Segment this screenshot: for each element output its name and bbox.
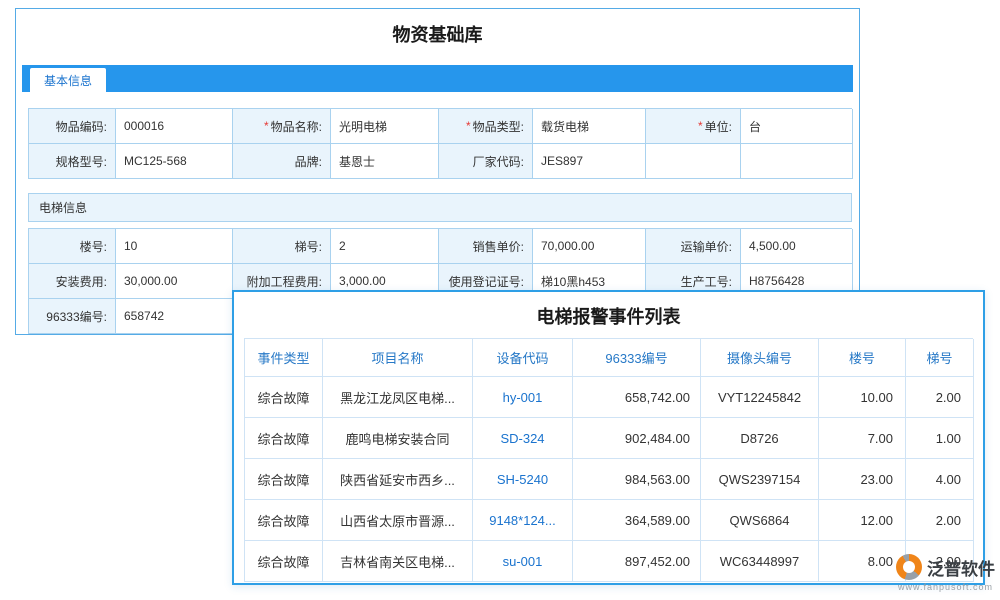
cell-building-no: 12.00 bbox=[819, 500, 906, 541]
cell-event-type: 综合故障 bbox=[245, 541, 323, 582]
form-label: 品牌: bbox=[233, 144, 331, 179]
cell-event-type: 综合故障 bbox=[245, 500, 323, 541]
form-value-96333-no: 658742 bbox=[116, 299, 233, 334]
form-value-empty bbox=[741, 144, 853, 179]
cell-building-no: 8.00 bbox=[819, 541, 906, 582]
form-label: 销售单价: bbox=[439, 229, 533, 264]
tab-basic-info[interactable]: 基本信息 bbox=[30, 68, 106, 92]
column-header-elevator-no: 梯号 bbox=[906, 339, 974, 377]
cell-building-no: 7.00 bbox=[819, 418, 906, 459]
form-value-sale-price: 70,000.00 bbox=[533, 229, 646, 264]
cell-building-no: 10.00 bbox=[819, 377, 906, 418]
page-title: 物资基础库 bbox=[16, 21, 859, 47]
alarm-event-table: 事件类型 项目名称 设备代码 96333编号 摄像头编号 楼号 梯号 综合故障 … bbox=[244, 338, 973, 582]
cell-camera-no: QWS2397154 bbox=[701, 459, 819, 500]
device-code-link[interactable]: hy-001 bbox=[473, 377, 573, 418]
column-header-event-type: 事件类型 bbox=[245, 339, 323, 377]
required-mark: * bbox=[264, 119, 269, 133]
form-label: *物品类型: bbox=[439, 109, 533, 144]
alarm-event-list-window: 电梯报警事件列表 事件类型 项目名称 设备代码 96333编号 摄像头编号 楼号… bbox=[232, 290, 985, 585]
form-value-unit: 台 bbox=[741, 109, 853, 144]
form-label: 楼号: bbox=[29, 229, 116, 264]
form-label: 规格型号: bbox=[29, 144, 116, 179]
vendor-brand: 泛普软件 bbox=[927, 555, 995, 580]
form-value-transport-price: 4,500.00 bbox=[741, 229, 853, 264]
form-label-empty bbox=[646, 144, 741, 179]
cell-project-name: 鹿鸣电梯安装合同 bbox=[323, 418, 473, 459]
vendor-watermark: 泛普软件 www.fanpusoft.com bbox=[896, 554, 995, 592]
form-label: 96333编号: bbox=[29, 299, 116, 334]
cell-elevator-no: 1.00 bbox=[906, 418, 974, 459]
column-header-96333-no: 96333编号 bbox=[573, 339, 701, 377]
cell-96333-no: 658,742.00 bbox=[573, 377, 701, 418]
cell-camera-no: QWS6864 bbox=[701, 500, 819, 541]
alarm-list-title: 电梯报警事件列表 bbox=[234, 303, 983, 329]
form-label: *单位: bbox=[646, 109, 741, 144]
tab-bar: 基本信息 bbox=[22, 65, 853, 92]
fanpu-logo-icon bbox=[896, 554, 922, 580]
cell-camera-no: VYT12245842 bbox=[701, 377, 819, 418]
section-header-elevator-info: 电梯信息 bbox=[28, 193, 852, 222]
cell-96333-no: 897,452.00 bbox=[573, 541, 701, 582]
column-header-project-name: 项目名称 bbox=[323, 339, 473, 377]
cell-elevator-no: 4.00 bbox=[906, 459, 974, 500]
cell-96333-no: 984,563.00 bbox=[573, 459, 701, 500]
form-label: 梯号: bbox=[233, 229, 331, 264]
required-mark: * bbox=[466, 119, 471, 133]
cell-96333-no: 364,589.00 bbox=[573, 500, 701, 541]
column-header-camera-no: 摄像头编号 bbox=[701, 339, 819, 377]
cell-camera-no: D8726 bbox=[701, 418, 819, 459]
form-value-brand: 基恩士 bbox=[331, 144, 439, 179]
form-value-building-no: 10 bbox=[116, 229, 233, 264]
form-label: 安装费用: bbox=[29, 264, 116, 299]
cell-project-name: 吉林省南关区电梯... bbox=[323, 541, 473, 582]
device-code-link[interactable]: SD-324 bbox=[473, 418, 573, 459]
form-value-elevator-no: 2 bbox=[331, 229, 439, 264]
form-value-install-fee: 30,000.00 bbox=[116, 264, 233, 299]
cell-project-name: 陕西省延安市西乡... bbox=[323, 459, 473, 500]
cell-elevator-no: 2.00 bbox=[906, 500, 974, 541]
form-value-manufacturer-code: JES897 bbox=[533, 144, 646, 179]
device-code-link[interactable]: SH-5240 bbox=[473, 459, 573, 500]
form-value-item-type: 载货电梯 bbox=[533, 109, 646, 144]
form-value-item-code: 000016 bbox=[116, 109, 233, 144]
form-value-spec-model: MC125-568 bbox=[116, 144, 233, 179]
form-label: 物品编码: bbox=[29, 109, 116, 144]
cell-camera-no: WC63448997 bbox=[701, 541, 819, 582]
material-base-window: 物资基础库 基本信息 物品编码: 000016 *物品名称: 光明电梯 *物品类… bbox=[15, 8, 860, 335]
cell-building-no: 23.00 bbox=[819, 459, 906, 500]
form-label: 厂家代码: bbox=[439, 144, 533, 179]
cell-event-type: 综合故障 bbox=[245, 418, 323, 459]
cell-event-type: 综合故障 bbox=[245, 377, 323, 418]
form-label: 运输单价: bbox=[646, 229, 741, 264]
cell-project-name: 黑龙江龙凤区电梯... bbox=[323, 377, 473, 418]
column-header-device-code: 设备代码 bbox=[473, 339, 573, 377]
required-mark: * bbox=[698, 119, 703, 133]
vendor-url: www.fanpusoft.com bbox=[898, 582, 993, 592]
device-code-link[interactable]: 9148*124... bbox=[473, 500, 573, 541]
cell-project-name: 山西省太原市晋源... bbox=[323, 500, 473, 541]
form-value-item-name: 光明电梯 bbox=[331, 109, 439, 144]
cell-event-type: 综合故障 bbox=[245, 459, 323, 500]
form-label: *物品名称: bbox=[233, 109, 331, 144]
cell-elevator-no: 2.00 bbox=[906, 377, 974, 418]
device-code-link[interactable]: su-001 bbox=[473, 541, 573, 582]
cell-96333-no: 902,484.00 bbox=[573, 418, 701, 459]
basic-info-form: 物品编码: 000016 *物品名称: 光明电梯 *物品类型: 载货电梯 *单位… bbox=[28, 108, 852, 179]
column-header-building-no: 楼号 bbox=[819, 339, 906, 377]
